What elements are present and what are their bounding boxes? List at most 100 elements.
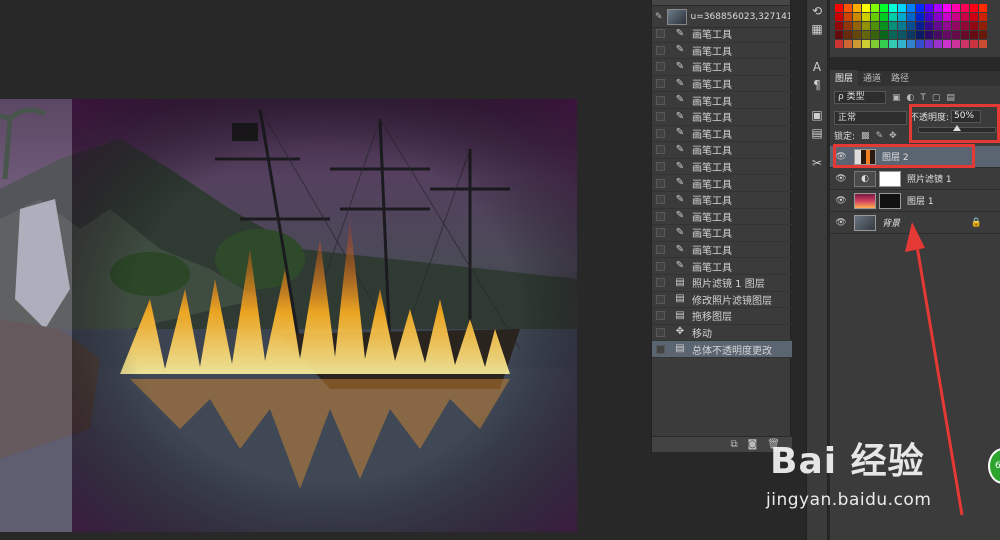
- history-state-item[interactable]: ✎ 画笔工具: [652, 175, 792, 192]
- history-state-item[interactable]: ✎ 画笔工具: [652, 126, 792, 143]
- color-swatch[interactable]: [907, 31, 915, 39]
- color-swatch[interactable]: [871, 40, 879, 48]
- opacity-input[interactable]: 50%: [951, 109, 982, 123]
- history-state-item[interactable]: ▤ 拖移图层: [652, 308, 792, 325]
- history-state-item[interactable]: ✎ 画笔工具: [652, 92, 792, 109]
- layer-row-background[interactable]: 👁 背景 🔒: [830, 212, 1000, 234]
- lock-image-pixels-icon[interactable]: ✎: [876, 131, 884, 141]
- color-swatch[interactable]: [952, 22, 960, 30]
- color-swatch[interactable]: [952, 31, 960, 39]
- color-swatch[interactable]: [853, 31, 861, 39]
- history-state-item[interactable]: ▤ 修改照片滤镜图层: [652, 292, 792, 309]
- color-swatch[interactable]: [835, 13, 843, 21]
- history-brush-source-checkbox[interactable]: [656, 62, 665, 72]
- color-swatch[interactable]: [880, 31, 888, 39]
- history-state-item[interactable]: ✎ 画笔工具: [652, 209, 792, 226]
- color-swatch[interactable]: [925, 31, 933, 39]
- properties-icon[interactable]: ▤: [807, 124, 827, 142]
- color-swatch[interactable]: [970, 31, 978, 39]
- history-snapshot[interactable]: ✎ u=368856023,327141...: [652, 6, 790, 28]
- blend-mode-select[interactable]: 正常: [834, 110, 907, 125]
- color-swatch[interactable]: [844, 4, 852, 12]
- color-swatch[interactable]: [925, 4, 933, 12]
- color-swatch[interactable]: [907, 13, 915, 21]
- visibility-eye-icon[interactable]: 👁: [834, 174, 848, 184]
- history-brush-source-checkbox[interactable]: [656, 311, 665, 321]
- history-brush-source-checkbox[interactable]: [656, 29, 665, 39]
- color-swatch[interactable]: [970, 13, 978, 21]
- history-state-item[interactable]: ✎ 画笔工具: [652, 159, 792, 176]
- color-swatch[interactable]: [943, 22, 951, 30]
- color-swatch[interactable]: [898, 31, 906, 39]
- history-brush-source-checkbox[interactable]: [656, 344, 665, 354]
- history-brush-source-checkbox[interactable]: [656, 95, 665, 105]
- tab-layers[interactable]: 图层: [830, 70, 859, 86]
- paragraph-icon[interactable]: ¶: [807, 76, 827, 94]
- color-swatch[interactable]: [916, 40, 924, 48]
- color-swatch[interactable]: [844, 31, 852, 39]
- filter-adjustment-icon[interactable]: ◐: [907, 93, 915, 103]
- color-swatch[interactable]: [916, 4, 924, 12]
- history-state-item[interactable]: ✎ 画笔工具: [652, 258, 792, 275]
- color-swatch[interactable]: [898, 40, 906, 48]
- color-swatch[interactable]: [889, 40, 897, 48]
- color-swatch[interactable]: [907, 22, 915, 30]
- history-brush-source-checkbox[interactable]: [656, 195, 665, 205]
- opacity-slider-thumb[interactable]: [953, 125, 961, 131]
- character-icon[interactable]: A: [807, 58, 827, 76]
- history-state-item[interactable]: ✎ 画笔工具: [652, 142, 792, 159]
- color-swatch[interactable]: [889, 13, 897, 21]
- history-brush-source-checkbox[interactable]: [656, 112, 665, 122]
- color-swatch[interactable]: [880, 22, 888, 30]
- history-brush-source-checkbox[interactable]: [656, 228, 665, 238]
- color-swatch[interactable]: [898, 22, 906, 30]
- color-swatch[interactable]: [835, 4, 843, 12]
- history-panel[interactable]: ✎ u=368856023,327141... ✎画笔工具✎画笔工具✎画笔工具✎…: [651, 0, 792, 452]
- color-swatch[interactable]: [970, 40, 978, 48]
- color-swatch[interactable]: [835, 40, 843, 48]
- filter-shape-icon[interactable]: ▢: [932, 93, 941, 103]
- color-swatch[interactable]: [961, 31, 969, 39]
- history-brush-source-checkbox[interactable]: [656, 178, 665, 188]
- color-swatch[interactable]: [943, 4, 951, 12]
- color-swatch[interactable]: [970, 22, 978, 30]
- color-swatch[interactable]: [934, 4, 942, 12]
- tools-icon[interactable]: ✂: [807, 154, 827, 172]
- visibility-eye-icon[interactable]: 👁: [834, 218, 848, 228]
- new-document-from-state-icon[interactable]: ⧉: [730, 439, 737, 450]
- history-state-item[interactable]: ✎ 画笔工具: [652, 225, 792, 242]
- history-brush-source-checkbox[interactable]: [656, 278, 665, 288]
- color-swatch[interactable]: [916, 22, 924, 30]
- color-swatch[interactable]: [925, 13, 933, 21]
- history-brush-source-checkbox[interactable]: [656, 128, 665, 138]
- lock-position-icon[interactable]: ✥: [889, 131, 897, 141]
- color-swatch[interactable]: [889, 22, 897, 30]
- color-swatch[interactable]: [925, 40, 933, 48]
- color-swatch[interactable]: [835, 31, 843, 39]
- color-swatch[interactable]: [871, 4, 879, 12]
- color-swatch[interactable]: [844, 40, 852, 48]
- color-swatch[interactable]: [970, 4, 978, 12]
- history-state-item[interactable]: ✎ 画笔工具: [652, 26, 792, 43]
- visibility-eye-icon[interactable]: 👁: [834, 196, 848, 206]
- color-swatch[interactable]: [961, 22, 969, 30]
- color-swatch[interactable]: [898, 4, 906, 12]
- color-swatch[interactable]: [952, 40, 960, 48]
- opacity-slider[interactable]: [918, 125, 996, 133]
- color-swatch[interactable]: [844, 22, 852, 30]
- document-canvas[interactable]: [0, 99, 577, 532]
- color-swatch[interactable]: [979, 4, 987, 12]
- history-state-item[interactable]: ✎ 画笔工具: [652, 109, 792, 126]
- swatches-toggle-icon[interactable]: ▦: [807, 20, 827, 38]
- history-brush-source-checkbox[interactable]: [656, 145, 665, 155]
- color-swatch[interactable]: [907, 40, 915, 48]
- color-swatch[interactable]: [961, 40, 969, 48]
- color-swatch[interactable]: [880, 4, 888, 12]
- history-brush-source-checkbox[interactable]: [656, 245, 665, 255]
- color-swatch[interactable]: [943, 40, 951, 48]
- tab-channels[interactable]: 通道: [858, 70, 886, 86]
- color-swatch[interactable]: [961, 13, 969, 21]
- color-swatch[interactable]: [862, 4, 870, 12]
- history-state-item[interactable]: ✥ 移动: [652, 325, 792, 342]
- color-swatch[interactable]: [979, 22, 987, 30]
